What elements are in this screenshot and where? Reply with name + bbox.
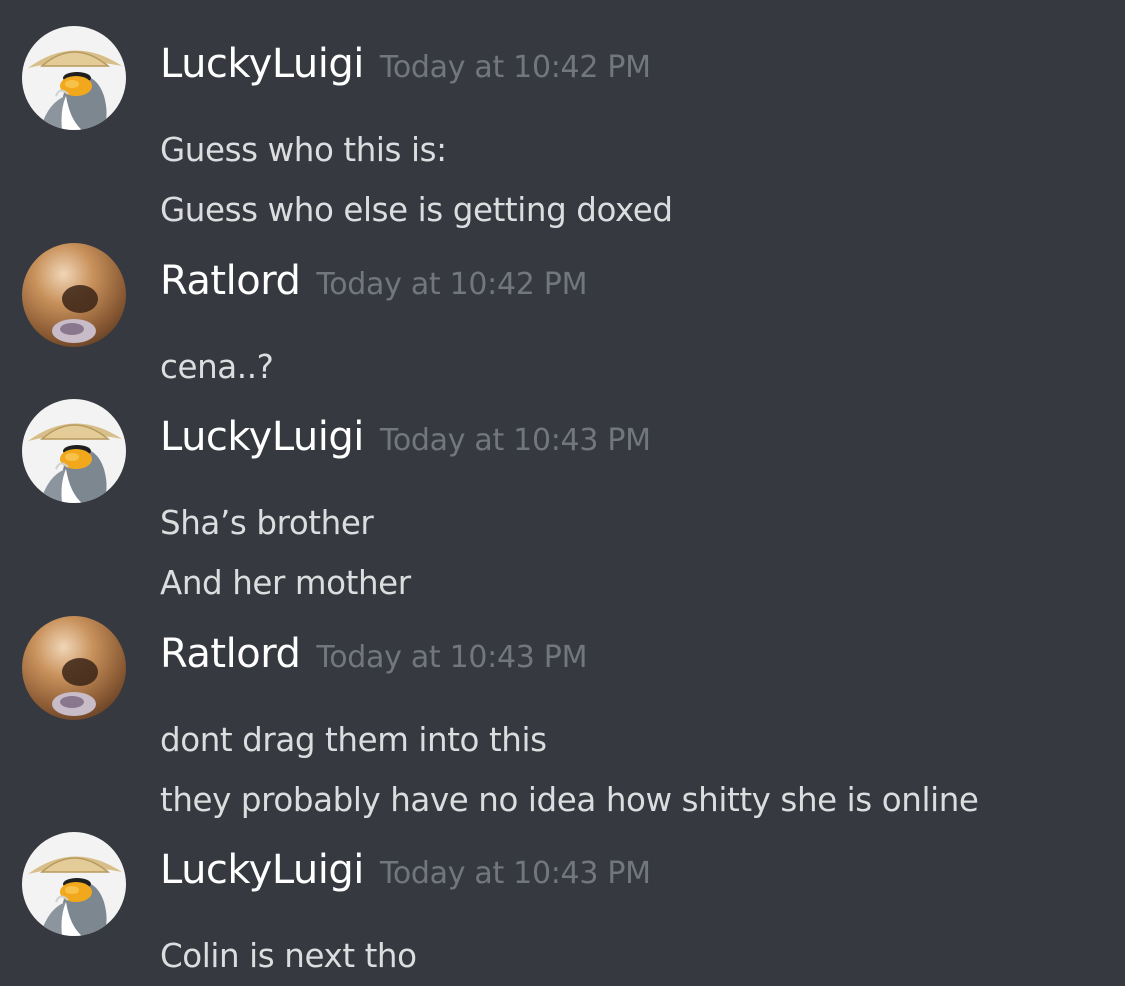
penguin-rice-hat-avatar-icon[interactable] <box>22 832 126 936</box>
penguin-rice-hat-avatar-icon[interactable] <box>22 26 126 130</box>
message-header: Ratlord Today at 10:42 PM <box>160 251 587 311</box>
message-header: LuckyLuigi Today at 10:43 PM <box>160 407 651 467</box>
message-header: LuckyLuigi Today at 10:42 PM <box>160 34 651 94</box>
message-content: Colin is next tho <box>160 926 1100 986</box>
message-header: LuckyLuigi Today at 10:43 PM <box>160 840 651 900</box>
username[interactable]: LuckyLuigi <box>160 41 364 87</box>
message-line: Colin is next tho <box>160 937 417 975</box>
message-line: And her mother <box>160 564 411 602</box>
timestamp[interactable]: Today at 10:43 PM <box>316 640 587 675</box>
username[interactable]: Ratlord <box>160 631 301 677</box>
username[interactable]: LuckyLuigi <box>160 847 364 893</box>
timestamp[interactable]: Today at 10:42 PM <box>316 267 587 302</box>
message-content: dont drag them into this they probably h… <box>160 710 1100 830</box>
username[interactable]: Ratlord <box>160 258 301 304</box>
message-content: Guess who this is: Guess who else is get… <box>160 120 1100 240</box>
message-content: Sha’s brother And her mother <box>160 493 1100 613</box>
message-line: Guess who else is getting doxed <box>160 191 673 229</box>
timestamp[interactable]: Today at 10:43 PM <box>380 423 651 458</box>
timestamp[interactable]: Today at 10:43 PM <box>380 856 651 891</box>
blurry-photo-avatar-icon[interactable] <box>22 243 126 347</box>
penguin-rice-hat-avatar-icon[interactable] <box>22 399 126 503</box>
message-line: cena..? <box>160 348 274 386</box>
message-line: they probably have no idea how shitty sh… <box>160 781 979 819</box>
message-content: cena..? <box>160 337 1100 397</box>
chat-message-list: LuckyLuigi Today at 10:42 PM Guess who th… <box>0 0 1125 975</box>
timestamp[interactable]: Today at 10:42 PM <box>380 50 651 85</box>
message-line: dont drag them into this <box>160 721 547 759</box>
blurry-photo-avatar-icon[interactable] <box>22 616 126 720</box>
message-line: Sha’s brother <box>160 504 374 542</box>
username[interactable]: LuckyLuigi <box>160 414 364 460</box>
message-line: Guess who this is: <box>160 131 447 169</box>
message-header: Ratlord Today at 10:43 PM <box>160 624 587 684</box>
